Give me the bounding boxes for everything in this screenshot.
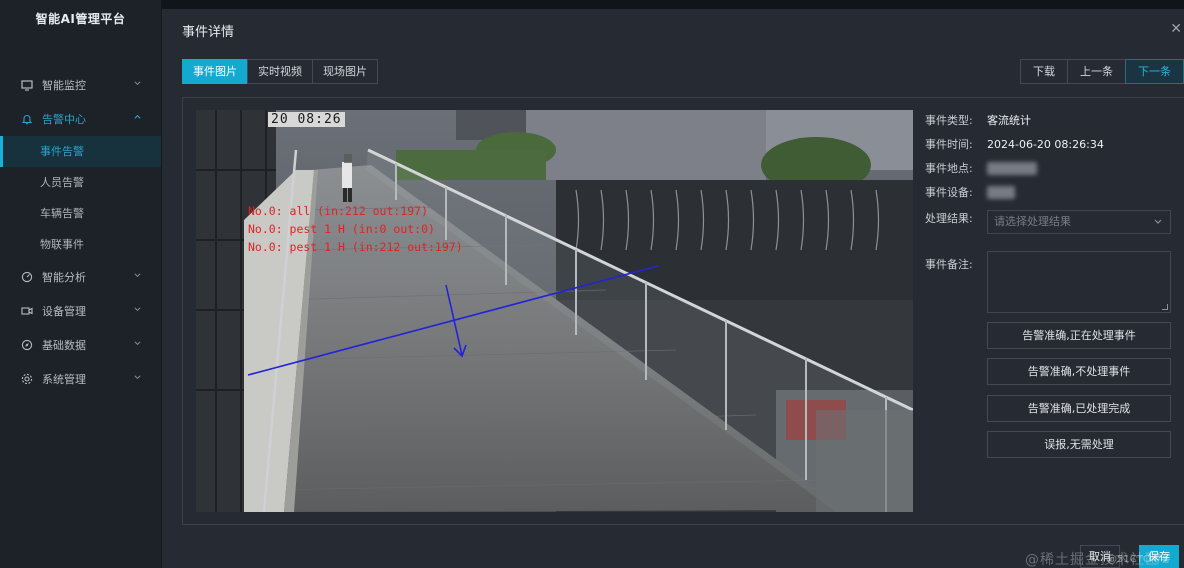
camera-icon (20, 304, 34, 318)
remark-label: 事件备注: (925, 258, 973, 271)
action-accurate-processing-button[interactable]: 告警准确,正在处理事件 (987, 322, 1171, 349)
action-accurate-ignore-button[interactable]: 告警准确,不处理事件 (987, 358, 1171, 385)
event-detail-modal: 事件详情 ✕ 事件图片 实时视频 现场图片 下载 上一条 下一条 20 08:2… (162, 9, 1184, 568)
monitor-icon (20, 78, 34, 92)
detail-row-result: 处理结果: (925, 206, 987, 230)
sidebar-subitem-event-alarm[interactable]: 事件告警 (0, 136, 161, 167)
detail-row-place: 事件地点: (925, 156, 1175, 180)
sidebar-item-basic-data[interactable]: 基础数据 (0, 328, 161, 362)
overlay-line-1: No.0: all (in:212 out:197) (248, 204, 429, 218)
sidebar-subitem-person-alarm[interactable]: 人员告警 (0, 167, 161, 198)
sidebar-item-system-management[interactable]: 系统管理 (0, 362, 161, 396)
sidebar-item-label: 基础数据 (42, 339, 86, 352)
overlay-line-2: No.0: pest 1 H (in:0 out:0) (248, 222, 435, 236)
chevron-down-icon (133, 305, 143, 315)
compass-icon (20, 338, 34, 352)
top-bar (162, 0, 1184, 9)
app-root: 智能AI管理平台 智能监控 告警中心 事件告警 人员告警 车辆告警 物联事件 智… (0, 0, 1184, 568)
sidebar-menu: 智能监控 告警中心 事件告警 人员告警 车辆告警 物联事件 智能分析 设备管理 … (0, 68, 161, 396)
detail-panel: 20 08:26 No.0: all (in:212 out:197) No.0… (182, 97, 1184, 525)
time-value: 2024-06-20 08:26:34 (987, 137, 1104, 151)
detail-row-device: 事件设备: (925, 180, 1175, 204)
download-button[interactable]: 下载 (1020, 59, 1068, 84)
analysis-icon (20, 270, 34, 284)
bell-icon (20, 112, 34, 126)
sidebar-item-analysis[interactable]: 智能分析 (0, 260, 161, 294)
chevron-down-icon (133, 79, 143, 89)
tab-live-video[interactable]: 实时视频 (247, 59, 313, 84)
detail-row-time: 事件时间: 2024-06-20 08:26:34 (925, 132, 1175, 156)
chevron-down-icon (133, 373, 143, 383)
record-nav: 下载 上一条 下一条 (1020, 59, 1184, 84)
next-button[interactable]: 下一条 (1125, 59, 1184, 84)
action-false-alarm-button[interactable]: 误报,无需处理 (987, 431, 1171, 458)
result-select[interactable]: 请选择处理结果 (987, 210, 1171, 234)
close-icon[interactable]: ✕ (1170, 21, 1182, 37)
type-value: 客流统计 (987, 114, 1031, 127)
chevron-down-icon (1153, 211, 1163, 242)
chevron-down-icon (133, 271, 143, 281)
sidebar-item-label: 设备管理 (42, 305, 86, 318)
tab-bar: 事件图片 实时视频 现场图片 (182, 59, 378, 84)
action-accurate-done-button[interactable]: 告警准确,已处理完成 (987, 395, 1171, 422)
event-details: 事件类型: 客流统计 事件时间: 2024-06-20 08:26:34 事件地… (925, 108, 1175, 458)
chevron-down-icon (133, 339, 143, 349)
place-value-redacted (987, 161, 1037, 175)
result-select-placeholder: 请选择处理结果 (994, 215, 1071, 228)
tab-scene-image[interactable]: 现场图片 (312, 59, 378, 84)
remark-textarea[interactable] (987, 251, 1171, 313)
prev-button[interactable]: 上一条 (1067, 59, 1126, 84)
modal-title: 事件详情 (182, 25, 235, 40)
resize-handle-icon[interactable] (1162, 304, 1168, 310)
sidebar-subitem-vehicle-alarm[interactable]: 车辆告警 (0, 198, 161, 229)
sidebar: 智能AI管理平台 智能监控 告警中心 事件告警 人员告警 车辆告警 物联事件 智… (0, 0, 162, 568)
tab-event-image[interactable]: 事件图片 (182, 59, 248, 84)
sidebar-item-device-management[interactable]: 设备管理 (0, 294, 161, 328)
scene-illustration (196, 110, 913, 512)
sidebar-item-alarm-center[interactable]: 告警中心 (0, 102, 161, 136)
video-timestamp: 20 08:26 (268, 112, 345, 127)
overlay-line-3: No.0: pest 1 H (in:212 out:197) (248, 240, 463, 254)
device-label: 事件设备: (925, 186, 973, 199)
sidebar-item-label: 系统管理 (42, 373, 86, 386)
watermark: @稀土掘金技术社区 (1025, 552, 1160, 568)
sidebar-item-monitor[interactable]: 智能监控 (0, 68, 161, 102)
place-label: 事件地点: (925, 162, 973, 175)
time-label: 事件时间: (925, 138, 973, 151)
device-value-redacted (987, 185, 1015, 199)
event-image[interactable]: 20 08:26 No.0: all (in:212 out:197) No.0… (196, 110, 913, 512)
sidebar-item-label: 告警中心 (42, 113, 86, 126)
sidebar-subitem-iot-event[interactable]: 物联事件 (0, 229, 161, 260)
detail-row-type: 事件类型: 客流统计 (925, 108, 1175, 132)
sidebar-item-label: 智能分析 (42, 271, 86, 284)
app-title: 智能AI管理平台 (35, 12, 126, 26)
chevron-up-icon (133, 113, 143, 123)
sidebar-item-label: 智能监控 (42, 79, 86, 92)
type-label: 事件类型: (925, 114, 973, 127)
result-label: 处理结果: (925, 212, 973, 225)
gear-icon (20, 372, 34, 386)
